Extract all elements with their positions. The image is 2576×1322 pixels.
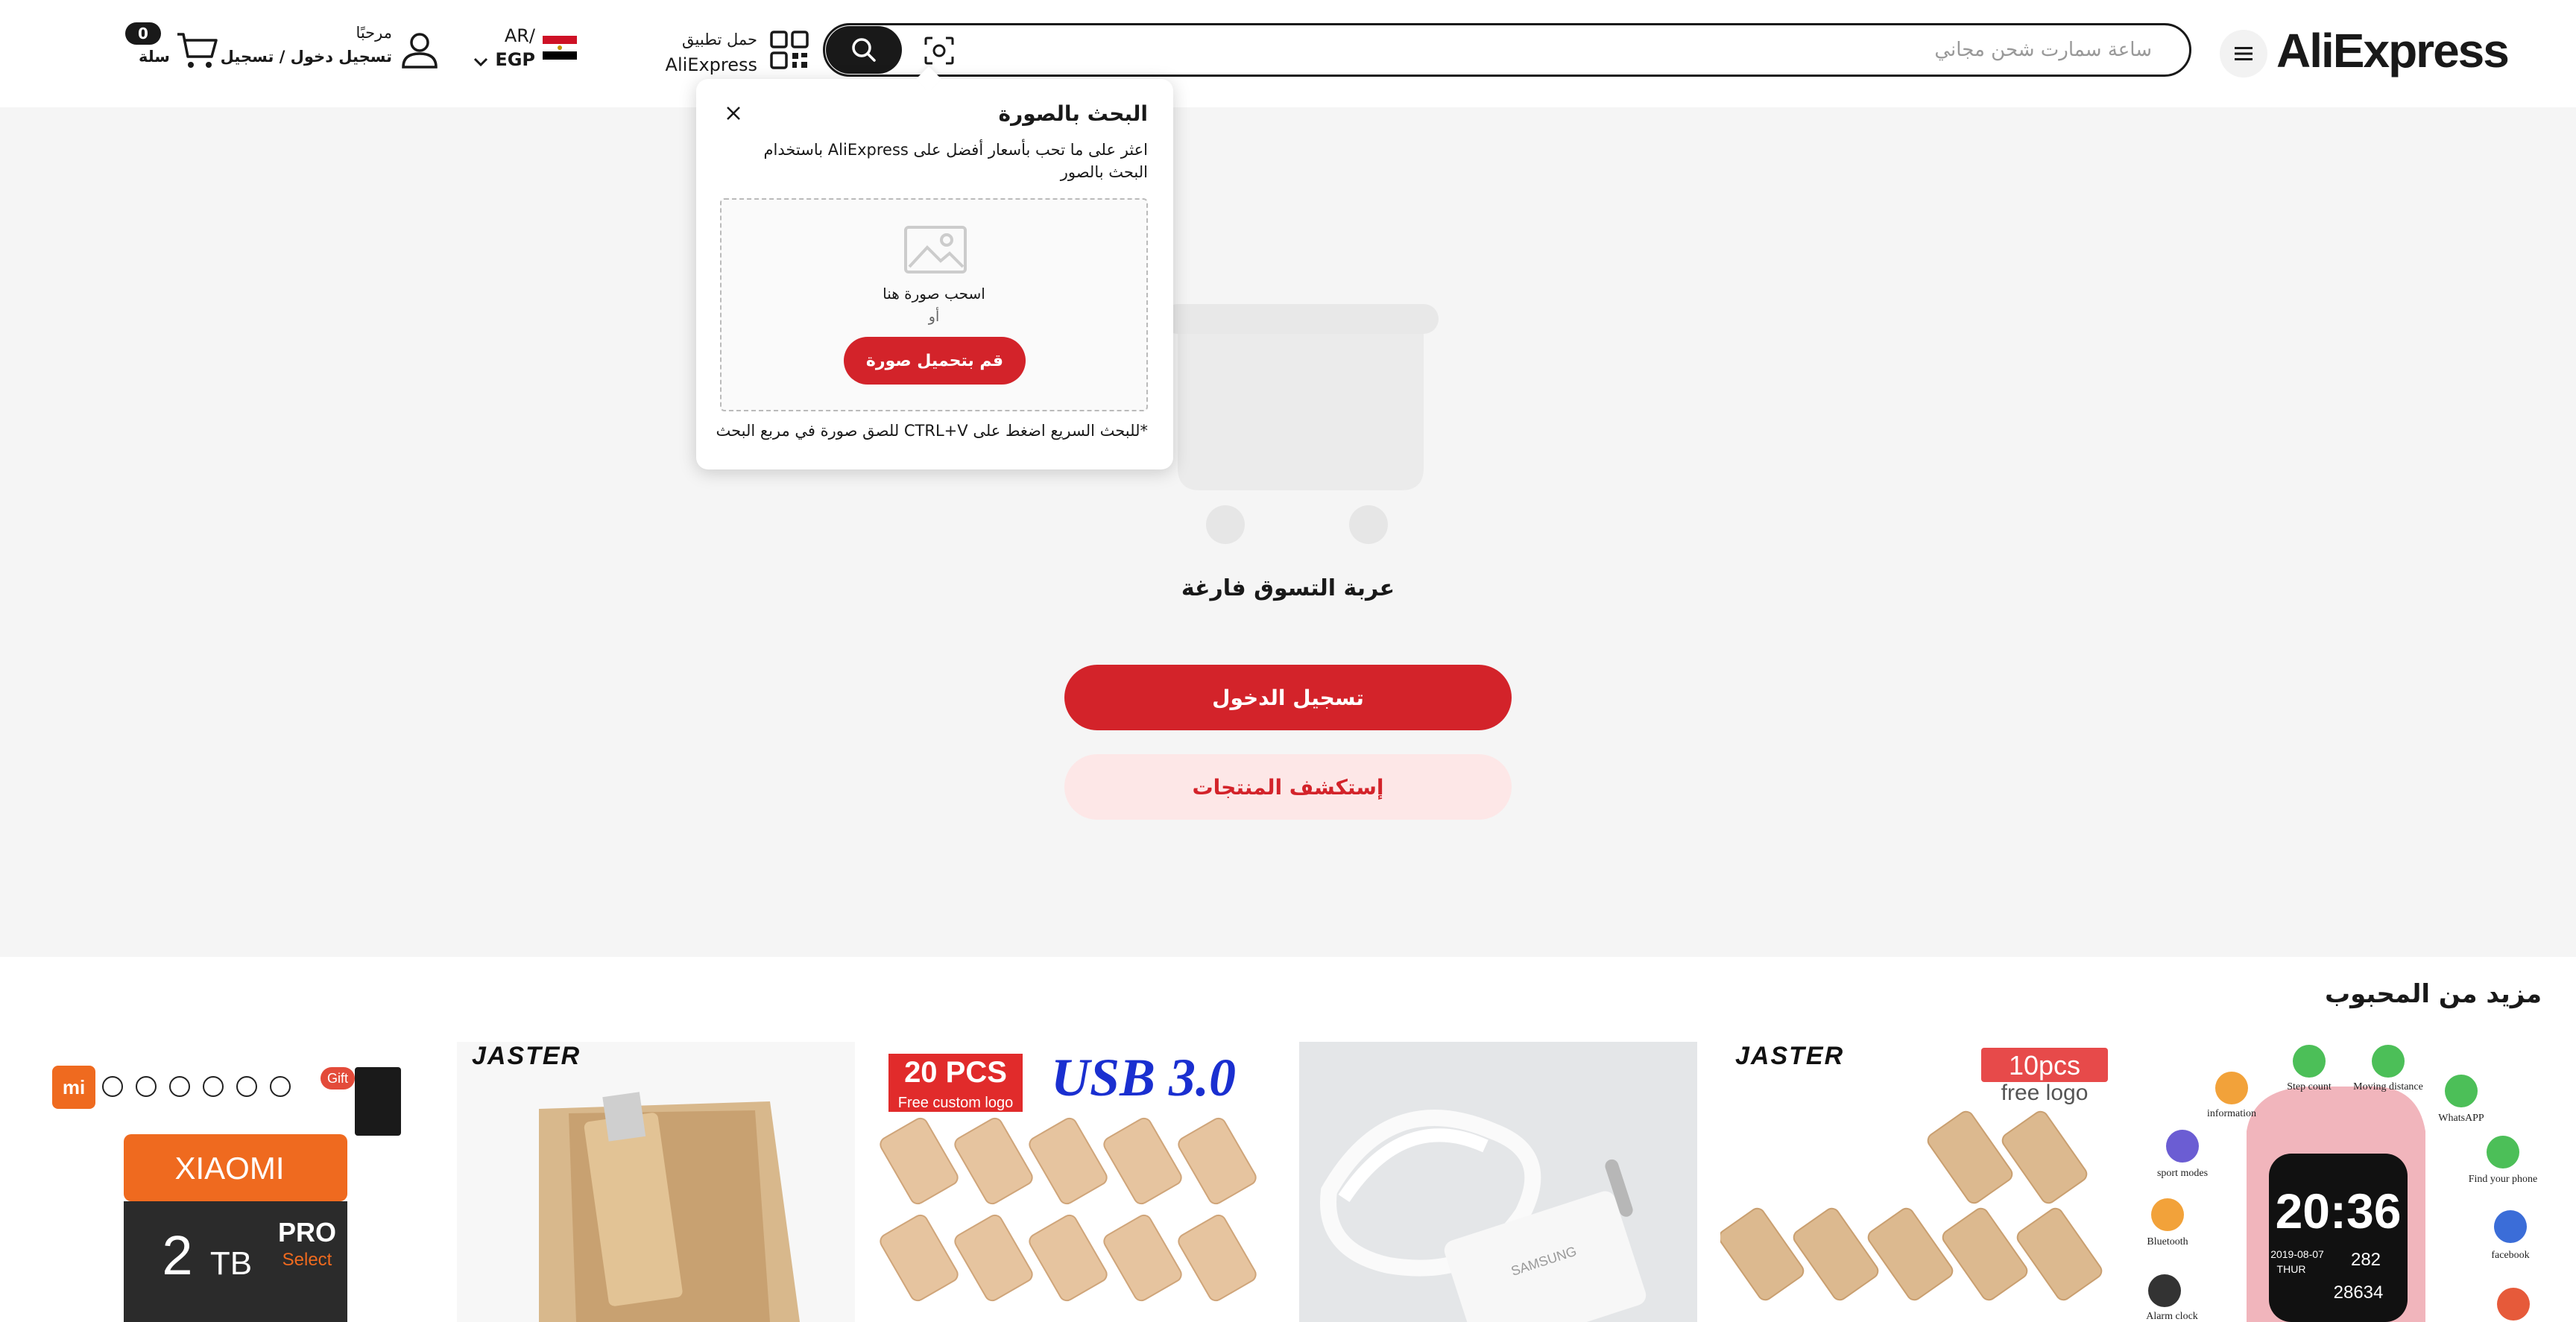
image-placeholder-icon <box>904 226 967 273</box>
empty-cart-title: عربة التسوق فارغة <box>1181 575 1395 601</box>
language-code: AR/ <box>504 25 535 46</box>
app-download-link[interactable]: حمل تطبيق AliExpress <box>666 24 809 78</box>
feature-label: Bluetooth <box>2147 1236 2188 1247</box>
feature-label: Alarm clock <box>2146 1311 2198 1322</box>
gift-label: Gift <box>327 1071 348 1086</box>
image-search-popup: البحث بالصورة اعثر على ما تحب بأسعار أفض… <box>696 66 1173 469</box>
product-card[interactable]: JASTER <box>457 1042 855 1322</box>
search-bar <box>823 23 2191 77</box>
empty-cart-illustration <box>1163 304 1439 544</box>
feature-label: WhatsAPP <box>2438 1113 2484 1124</box>
drag-image-text: اسحب صورة هنا <box>883 285 985 303</box>
watch-steps: 28634 <box>2334 1283 2384 1303</box>
image-search-button[interactable] <box>918 33 960 69</box>
search-icon <box>852 38 876 62</box>
search-input[interactable] <box>1108 34 2152 66</box>
headline-left: 20 PCS <box>904 1056 1007 1089</box>
upload-image-button[interactable]: قم بتحميل صورة <box>844 337 1026 385</box>
popup-description: اعثر على ما تحب بأسعار أفضل على AliExpre… <box>763 141 1148 181</box>
brand-label: JASTER <box>472 1042 581 1070</box>
chevron-down-icon <box>473 57 488 67</box>
headline-right: USB 3.0 <box>1051 1048 1236 1107</box>
badge-line1: 10pcs <box>2009 1050 2080 1081</box>
product-card[interactable]: mi Gift XIAOMI 2 TB PRO Select <box>36 1042 434 1322</box>
app-download-line2: AliExpress <box>665 54 757 75</box>
qr-code-icon <box>770 31 809 69</box>
close-icon <box>727 107 740 120</box>
tier-sub-label: Select <box>282 1250 332 1270</box>
egypt-flag-icon <box>543 36 577 60</box>
mi-label: mi <box>63 1076 85 1098</box>
product-image: JASTER <box>457 1042 855 1322</box>
feature-label: sport modes <box>2157 1168 2208 1179</box>
account-signin-link[interactable]: تسجيل دخول / تسجيل <box>221 48 392 66</box>
feature-label: facebook <box>2491 1250 2529 1261</box>
paste-hint: *للبحث السريع اضغط على CTRL+V للصق صورة … <box>716 422 1148 440</box>
explore-products-button[interactable]: إستكشف المنتجات <box>1064 754 1512 820</box>
search-submit-button[interactable] <box>826 26 902 74</box>
popup-title: البحث بالصورة <box>998 101 1148 126</box>
watch-hr: 282 <box>2351 1250 2381 1270</box>
app-download-text: حمل تطبيق AliExpress <box>666 27 757 78</box>
empty-cart-section: عربة التسوق فارغة تسجيل الدخول إستكشف ال… <box>0 107 2576 957</box>
feature-label: Step count <box>2287 1081 2332 1092</box>
product-card[interactable]: JASTER 10pcs free logo <box>1720 1042 2118 1322</box>
badge-line2: free logo <box>2001 1081 2089 1105</box>
brand-label: JASTER <box>1735 1042 1844 1070</box>
product-image: mi Gift XIAOMI 2 TB PRO Select <box>36 1042 434 1322</box>
headline-sub: Free custom logo <box>898 1095 1014 1111</box>
camera-search-icon <box>924 37 954 65</box>
site-header: AliExpress حمل تطبيق AliExpress <box>0 0 2576 107</box>
product-image: SAMSUNG <box>1299 1042 1697 1322</box>
watch-day: THUR <box>2277 1263 2306 1275</box>
app-download-line1: حمل تطبيق <box>682 31 757 48</box>
feature-label: information <box>2207 1108 2256 1119</box>
product-card[interactable]: 20:36 2019-08-07 THUR 282 28634 Step cou… <box>2142 1042 2540 1322</box>
tier-label: PRO <box>278 1217 336 1247</box>
logo-text: AliExpress <box>2276 24 2510 78</box>
account-greeting: مرحبًا <box>356 24 392 42</box>
product-card[interactable]: 20 PCS Free custom logo USB 3.0 <box>878 1042 1276 1322</box>
capacity-unit: TB <box>210 1245 252 1282</box>
feature-label: Moving distance <box>2353 1081 2423 1092</box>
product-grid: mi Gift XIAOMI 2 TB PRO Select JASTER 20… <box>36 1042 2540 1322</box>
cart-button[interactable]: 0 سلة <box>122 21 219 75</box>
account-menu[interactable]: مرحبًا تسجيل دخول / تسجيل <box>221 21 440 75</box>
product-image: JASTER 10pcs free logo <box>1720 1042 2118 1322</box>
more-to-love-title: مزيد من المحبوب <box>2324 979 2542 1009</box>
shopping-cart-icon <box>177 33 218 68</box>
user-icon <box>402 33 438 69</box>
product-image: 20 PCS Free custom logo USB 3.0 <box>878 1042 1276 1322</box>
brand-label: XIAOMI <box>174 1151 284 1186</box>
image-drop-zone[interactable]: اسحب صورة هنا أو قم بتحميل صورة <box>720 198 1148 411</box>
hamburger-menu-button[interactable] <box>2220 30 2267 78</box>
watch-time: 20:36 <box>2276 1183 2402 1239</box>
product-image: 20:36 2019-08-07 THUR 282 28634 Step cou… <box>2142 1042 2540 1322</box>
cart-label: سلة <box>139 48 170 66</box>
hamburger-menu-icon <box>2235 47 2253 60</box>
or-text: أو <box>928 309 940 325</box>
language-currency-selector[interactable]: AR/ EGP <box>473 24 577 76</box>
cart-count-badge: 0 <box>125 22 161 45</box>
currency-code: EGP <box>495 49 535 70</box>
capacity-value: 2 <box>162 1224 192 1286</box>
login-button[interactable]: تسجيل الدخول <box>1064 665 1512 730</box>
aliexpress-logo[interactable]: AliExpress <box>2276 22 2510 79</box>
popup-close-button[interactable] <box>722 101 745 125</box>
feature-label: Find your phone <box>2469 1174 2538 1185</box>
product-card[interactable]: SAMSUNG <box>1299 1042 1697 1322</box>
watch-date: 2019-08-07 <box>2270 1248 2324 1260</box>
